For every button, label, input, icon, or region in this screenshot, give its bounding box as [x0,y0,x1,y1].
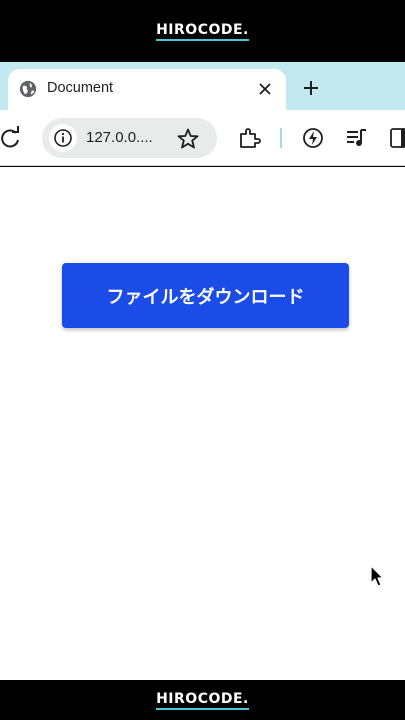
tab-title: Document [47,80,114,96]
bottom-brand-bar: HIROCODE. [0,680,405,720]
new-tab-button[interactable] [298,75,324,101]
brand-logo-top: HIROCODE. [156,22,249,41]
page-content: ファイルをダウンロード [0,167,405,680]
globe-icon [19,80,37,98]
address-bar[interactable]: 127.0.0.... [42,118,217,158]
mouse-cursor-icon [370,565,384,587]
lightning-icon[interactable] [301,126,325,150]
tab-document[interactable]: Document [8,69,286,110]
info-icon[interactable] [49,124,77,152]
tab-strip: Document [0,62,405,110]
top-brand-bar: HIROCODE. [0,0,405,62]
playlist-icon[interactable] [345,126,369,150]
plus-icon [304,81,318,95]
close-icon[interactable] [254,78,276,100]
star-icon[interactable] [176,127,200,151]
toolbar-separator [280,128,282,148]
download-file-button[interactable]: ファイルをダウンロード [62,263,349,328]
brand-logo-bottom: HIROCODE. [156,691,249,710]
browser-toolbar: 127.0.0.... [0,110,405,166]
side-panel-icon[interactable] [389,126,405,150]
puzzle-icon[interactable] [237,126,261,150]
url-text[interactable]: 127.0.0.... [86,129,153,146]
reload-icon[interactable] [0,126,22,150]
